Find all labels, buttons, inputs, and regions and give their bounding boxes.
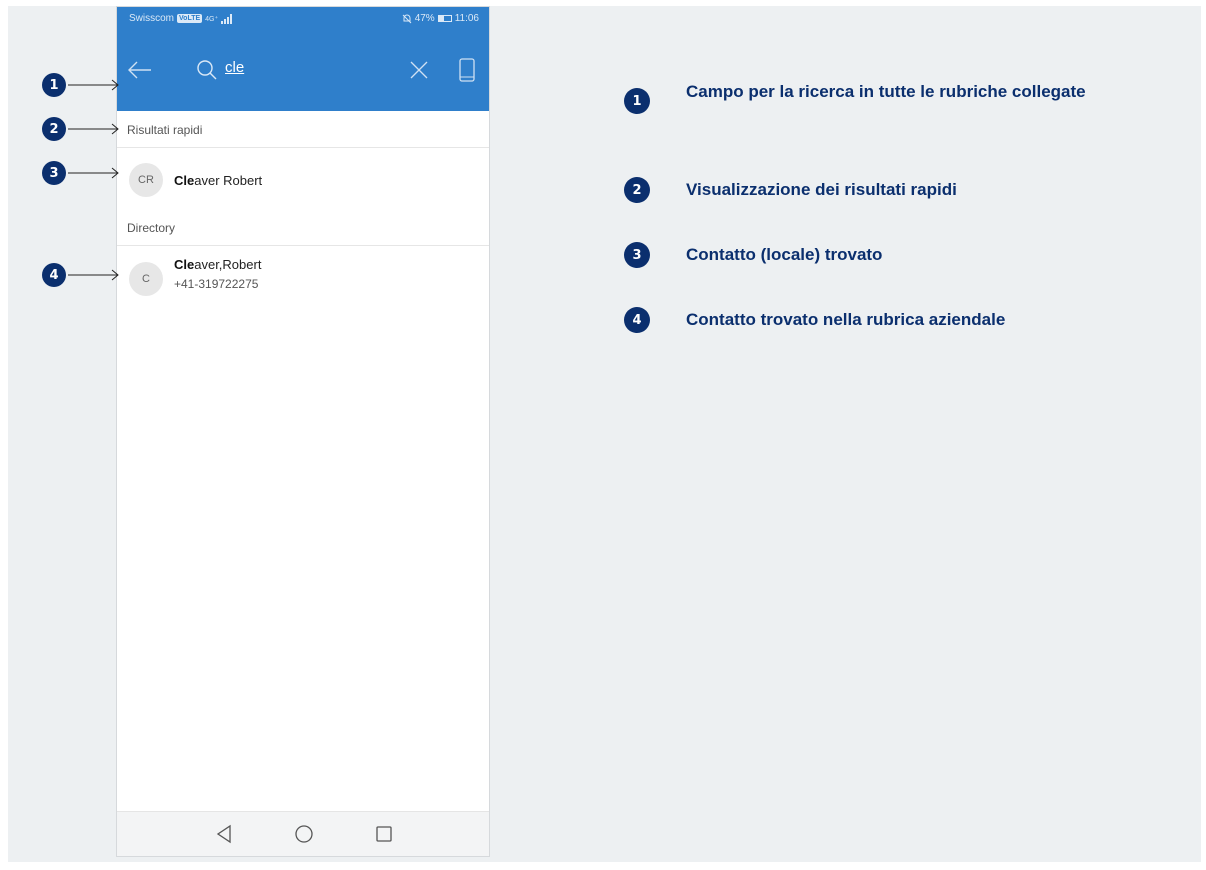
callout-badge-3: 3: [42, 161, 66, 185]
legend-text-4: Contatto trovato nella rubrica aziendale: [686, 310, 1006, 329]
status-right-group: 47% 11:06: [402, 13, 479, 24]
contact-name: Cleaver Robert: [174, 173, 262, 188]
name-rest: aver Robert: [194, 173, 263, 188]
name-match: Cle: [174, 257, 195, 272]
nav-home-icon[interactable]: [292, 822, 316, 846]
status-bar: Swisscom VoLTE 4G⁺ 47% 11:06: [117, 7, 489, 31]
android-nav-bar: [117, 811, 489, 856]
directory-result-row[interactable]: C Cleaver,Robert +41-319722275: [117, 246, 489, 310]
battery-percent: 47%: [414, 13, 435, 24]
callout-badge-4: 4: [42, 263, 66, 287]
legend-text-3: Contatto (locale) trovato: [686, 245, 883, 264]
legend-badge-1: 1: [624, 88, 650, 114]
directory-header: Directory: [127, 221, 176, 235]
carrier-name: Swisscom: [129, 13, 175, 24]
search-input[interactable]: cle: [225, 59, 244, 76]
search-app-bar: cle: [117, 31, 489, 111]
network-type-label: 4G⁺: [205, 15, 219, 23]
carrier-group: Swisscom VoLTE 4G⁺: [129, 13, 233, 24]
legend-badge-3: 3: [624, 242, 650, 268]
callout-arrow-3: [68, 167, 119, 179]
legend-text-2: Visualizzazione dei risultati rapidi: [686, 180, 957, 199]
name-match: Cle: [174, 173, 195, 188]
quick-result-row[interactable]: CR Cleaver Robert: [117, 148, 489, 212]
clock: 11:06: [454, 13, 479, 24]
battery-icon: [437, 15, 452, 22]
back-arrow-icon[interactable]: [125, 55, 155, 85]
phone-screen: Swisscom VoLTE 4G⁺ 47% 11:06 cle Risulta…: [116, 6, 490, 857]
callout-badge-2: 2: [42, 117, 66, 141]
clear-search-icon[interactable]: [407, 58, 431, 82]
callout-arrow-2: [68, 123, 119, 135]
callout-arrow-1: [68, 79, 119, 91]
signal-icon: [221, 13, 233, 24]
legend-badge-4: 4: [624, 307, 650, 333]
legend-badge-2: 2: [624, 177, 650, 203]
callout-badge-1: 1: [42, 73, 66, 97]
contact-phone-number: +41-319722275: [174, 277, 259, 291]
avatar: CR: [129, 163, 163, 197]
volte-badge: VoLTE: [177, 14, 203, 23]
contact-name: Cleaver,Robert: [174, 257, 261, 272]
callout-arrow-4: [68, 269, 119, 281]
name-rest: aver,Robert: [194, 257, 262, 272]
nav-back-icon[interactable]: [213, 822, 237, 846]
legend-text-1: Campo per la ricerca in tutte le rubrich…: [686, 82, 1086, 101]
mute-bell-icon: [402, 14, 412, 23]
phone-device-icon[interactable]: [457, 55, 477, 85]
search-icon: [197, 60, 217, 80]
avatar: C: [129, 262, 163, 296]
nav-recents-icon[interactable]: [372, 822, 396, 846]
quick-results-header: Risultati rapidi: [127, 123, 203, 137]
